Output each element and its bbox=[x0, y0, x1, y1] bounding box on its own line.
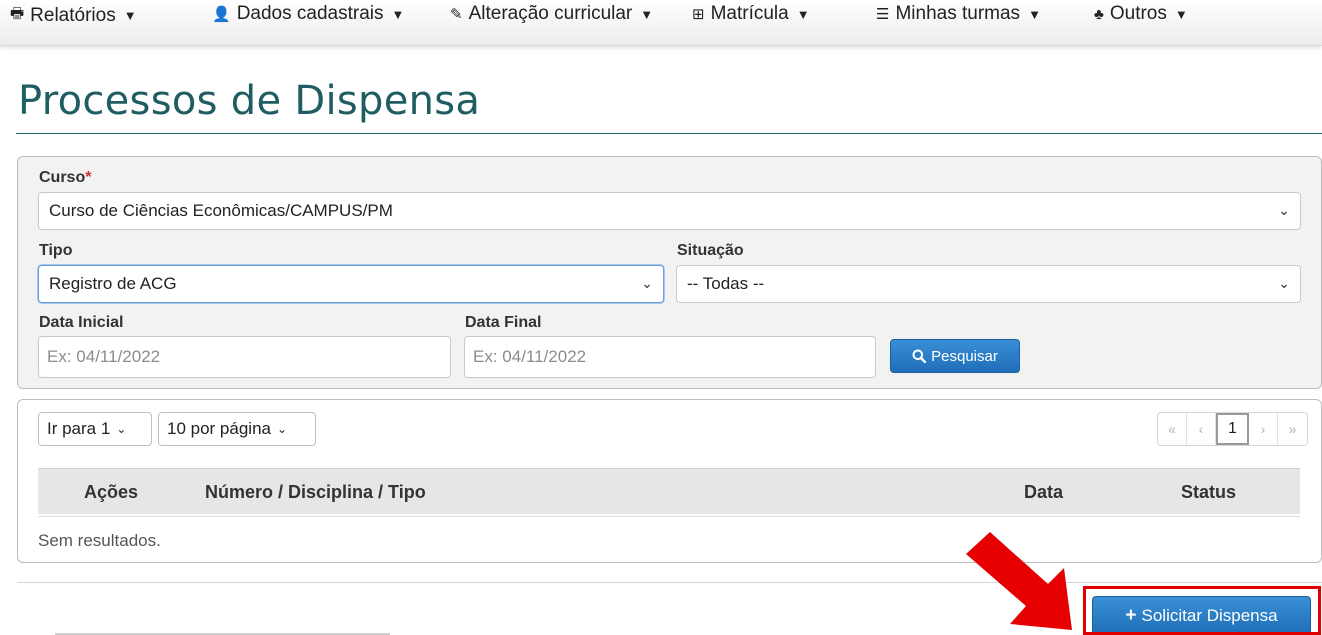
table-divider bbox=[38, 516, 1300, 517]
goto-page-select[interactable]: Ir para 1 ⌄ bbox=[38, 412, 152, 446]
user-icon: 👤 bbox=[212, 6, 231, 23]
sitemap-icon: ♣ bbox=[1094, 5, 1104, 23]
highlight-frame bbox=[1083, 586, 1321, 635]
nav-dados-cadastrais-label: Dados cadastrais bbox=[236, 3, 384, 24]
nav-matricula-label: Matrícula bbox=[710, 3, 789, 24]
caret-down-icon: ▼ bbox=[391, 6, 405, 22]
top-navigation: 🖶 Relatórios ▼ 👤 Dados cadastrais ▼ ✎ Al… bbox=[0, 0, 1322, 46]
column-acoes[interactable]: Ações bbox=[84, 482, 138, 503]
pagination: « ‹ 1 › » bbox=[1157, 412, 1308, 446]
column-status[interactable]: Status bbox=[1181, 482, 1236, 503]
results-panel: Ir para 1 ⌄ 10 por página ⌄ « ‹ 1 › » Aç… bbox=[17, 399, 1322, 563]
nav-outros-label: Outros bbox=[1109, 3, 1167, 24]
chevron-down-icon: ⌄ bbox=[641, 275, 653, 291]
title-divider bbox=[16, 133, 1322, 134]
data-final-input[interactable] bbox=[464, 336, 876, 378]
curso-select[interactable]: Curso de Ciências Econômicas/CAMPUS/PM ⌄ bbox=[38, 192, 1301, 230]
table-header: Ações Número / Disciplina / Tipo Data St… bbox=[38, 468, 1300, 514]
data-inicial-label: Data Inicial bbox=[39, 314, 124, 331]
search-button[interactable]: Pesquisar bbox=[890, 339, 1020, 373]
chevron-down-icon: ⌄ bbox=[1278, 275, 1290, 291]
column-numero-disciplina-tipo[interactable]: Número / Disciplina / Tipo bbox=[205, 482, 426, 503]
required-marker: * bbox=[85, 169, 92, 186]
chevron-down-icon: ⌄ bbox=[116, 422, 127, 436]
caret-down-icon: ▼ bbox=[796, 6, 810, 22]
empty-results-message: Sem resultados. bbox=[38, 531, 161, 550]
nav-minhas-turmas-label: Minhas turmas bbox=[895, 3, 1021, 24]
nav-relatorios-label: Relatórios bbox=[30, 4, 116, 26]
tipo-select[interactable]: Registro de ACG ⌄ bbox=[38, 265, 664, 303]
search-button-label: Pesquisar bbox=[931, 347, 998, 365]
goto-page-value: Ir para 1 bbox=[47, 419, 111, 438]
situacao-select[interactable]: -- Todas -- ⌄ bbox=[676, 265, 1301, 303]
curso-label-text: Curso bbox=[39, 169, 86, 186]
caret-down-icon: ▼ bbox=[640, 6, 654, 22]
table-icon: ⊞ bbox=[692, 6, 705, 23]
filter-panel: Curso* Curso de Ciências Econômicas/CAMP… bbox=[17, 156, 1322, 389]
nav-alteracao-curricular-label: Alteração curricular bbox=[468, 3, 633, 24]
page-title: Processos de Dispensa bbox=[18, 78, 481, 124]
nav-minhas-turmas[interactable]: ☰ Minhas turmas ▼ bbox=[876, 3, 1041, 25]
nav-alteracao-curricular[interactable]: ✎ Alteração curricular ▼ bbox=[450, 3, 653, 25]
nav-outros[interactable]: ♣ Outros ▼ bbox=[1094, 3, 1188, 25]
tipo-select-value: Registro de ACG bbox=[49, 274, 177, 293]
pager-next-button[interactable]: › bbox=[1249, 413, 1278, 445]
pager-page-1[interactable]: 1 bbox=[1216, 413, 1249, 445]
caret-down-icon: ▼ bbox=[123, 8, 137, 23]
pager-last-button[interactable]: » bbox=[1278, 413, 1307, 445]
search-icon bbox=[912, 349, 927, 363]
curso-select-value: Curso de Ciências Econômicas/CAMPUS/PM bbox=[49, 201, 393, 220]
edit-icon: ✎ bbox=[450, 6, 463, 23]
column-data[interactable]: Data bbox=[1024, 482, 1063, 503]
data-inicial-input[interactable] bbox=[38, 336, 451, 378]
nav-relatorios[interactable]: 🖶 Relatórios ▼ bbox=[10, 3, 137, 28]
pointer-arrow-icon bbox=[966, 532, 1072, 630]
caret-down-icon: ▼ bbox=[1028, 6, 1041, 22]
situacao-select-value: -- Todas -- bbox=[687, 274, 765, 293]
list-icon: ☰ bbox=[876, 6, 890, 23]
chevron-down-icon: ⌄ bbox=[276, 422, 288, 436]
caret-down-icon: ▼ bbox=[1174, 6, 1188, 22]
situacao-label: Situação bbox=[677, 242, 744, 259]
curso-label: Curso* bbox=[39, 169, 91, 187]
nav-dados-cadastrais[interactable]: 👤 Dados cadastrais ▼ bbox=[212, 3, 404, 25]
per-page-select[interactable]: 10 por página ⌄ bbox=[158, 412, 316, 446]
nav-matricula[interactable]: ⊞ Matrícula ▼ bbox=[692, 3, 810, 25]
printer-icon: 🖶 bbox=[10, 5, 25, 22]
pager-first-button[interactable]: « bbox=[1158, 413, 1187, 445]
per-page-value: 10 por página bbox=[167, 419, 271, 438]
chevron-down-icon: ⌄ bbox=[1278, 202, 1290, 218]
data-final-label: Data Final bbox=[465, 314, 542, 331]
pager-prev-button[interactable]: ‹ bbox=[1187, 413, 1216, 445]
tipo-label: Tipo bbox=[39, 242, 73, 259]
footer-divider bbox=[17, 582, 1322, 583]
